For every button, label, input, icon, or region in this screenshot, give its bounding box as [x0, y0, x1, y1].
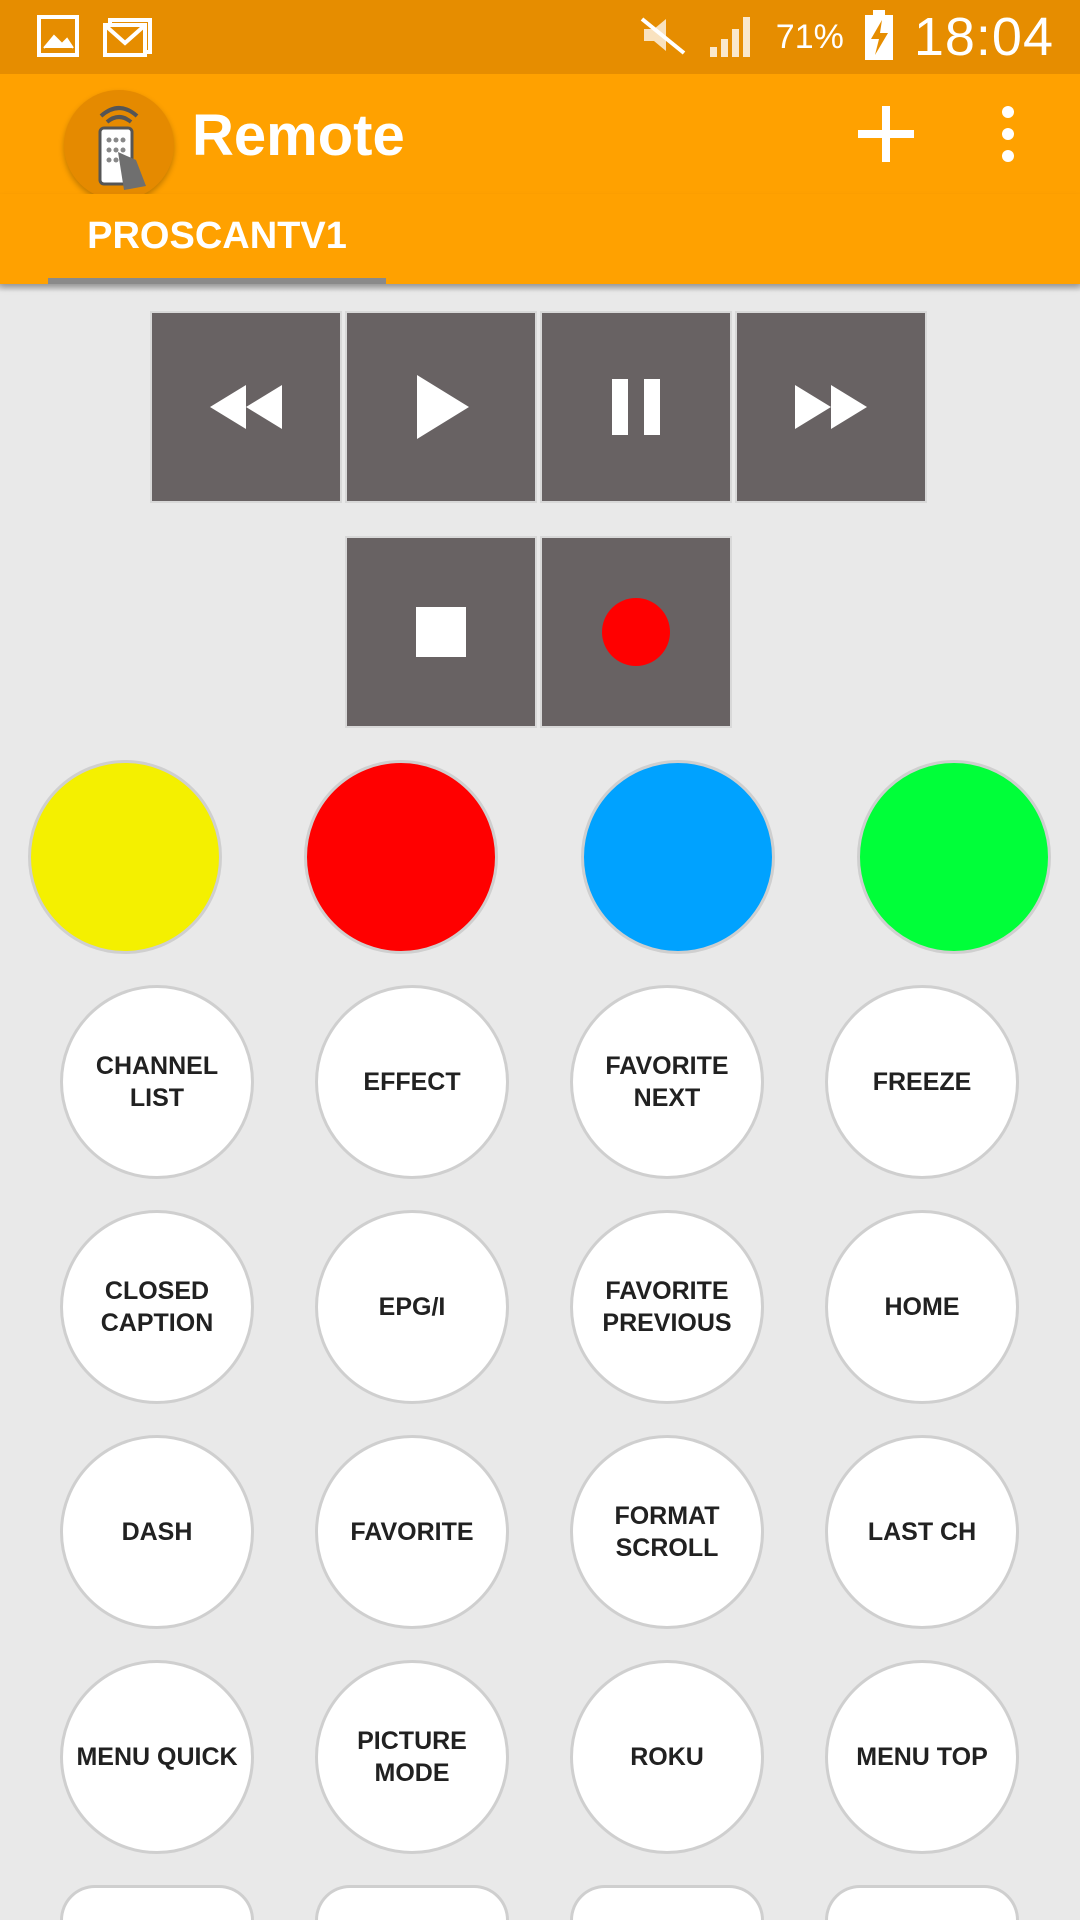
epg-button[interactable]: EPG/I — [315, 1210, 509, 1404]
play-button[interactable] — [345, 311, 537, 503]
tab-proscantv1[interactable]: PROSCANTV1 — [48, 194, 386, 284]
remote-control-icon[interactable] — [64, 90, 174, 200]
status-bar: 71% 18:04 — [0, 0, 1080, 74]
yellow-color-button[interactable] — [28, 760, 222, 954]
green-color-button[interactable] — [857, 760, 1051, 954]
stop-button[interactable] — [345, 536, 537, 728]
stop-icon — [416, 607, 466, 657]
app-bar: Remote — [0, 74, 1080, 200]
partial-round-button[interactable] — [60, 1885, 254, 1920]
rewind-icon — [210, 385, 282, 429]
blue-color-button[interactable] — [581, 760, 775, 954]
rewind-button[interactable] — [150, 311, 342, 503]
menu-quick-button[interactable]: MENU QUICK — [60, 1660, 254, 1854]
tab-bar: PROSCANTV1 — [0, 194, 1080, 284]
gallery-icon — [36, 14, 80, 63]
favorite-next-button[interactable]: FAVORITE NEXT — [570, 985, 764, 1179]
app-title: Remote — [192, 103, 405, 168]
format-scroll-button[interactable]: FORMAT SCROLL — [570, 1435, 764, 1629]
fast-forward-button[interactable] — [735, 311, 927, 503]
menu-top-button[interactable]: MENU TOP — [825, 1660, 1019, 1854]
pause-icon — [612, 379, 660, 435]
clock: 18:04 — [913, 7, 1054, 67]
overflow-menu-icon[interactable] — [980, 96, 1036, 172]
effect-button[interactable]: EFFECT — [315, 985, 509, 1179]
red-color-button[interactable] — [304, 760, 498, 954]
pause-button[interactable] — [540, 311, 732, 503]
closed-caption-button[interactable]: CLOSED CAPTION — [60, 1210, 254, 1404]
play-icon — [417, 375, 469, 439]
signal-icon — [706, 11, 758, 64]
battery-charging-icon — [862, 8, 896, 67]
tab-shadow — [0, 284, 1080, 292]
partial-round-button[interactable] — [315, 1885, 509, 1920]
plus-icon[interactable] — [848, 96, 924, 172]
home-button[interactable]: HOME — [825, 1210, 1019, 1404]
gmail-icon — [102, 14, 154, 63]
record-icon — [602, 598, 670, 666]
battery-percent: 71% — [775, 17, 844, 56]
partial-round-button[interactable] — [825, 1885, 1019, 1920]
channel-list-button[interactable]: CHANNEL LIST — [60, 985, 254, 1179]
dash-button[interactable]: DASH — [60, 1435, 254, 1629]
partial-round-button[interactable] — [570, 1885, 764, 1920]
favorite-button[interactable]: FAVORITE — [315, 1435, 509, 1629]
freeze-button[interactable]: FREEZE — [825, 985, 1019, 1179]
record-button[interactable] — [540, 536, 732, 728]
fast-forward-icon — [795, 385, 867, 429]
roku-button[interactable]: ROKU — [570, 1660, 764, 1854]
mute-icon — [638, 13, 688, 62]
picture-mode-button[interactable]: PICTURE MODE — [315, 1660, 509, 1854]
last-ch-button[interactable]: LAST CH — [825, 1435, 1019, 1629]
favorite-previous-button[interactable]: FAVORITE PREVIOUS — [570, 1210, 764, 1404]
